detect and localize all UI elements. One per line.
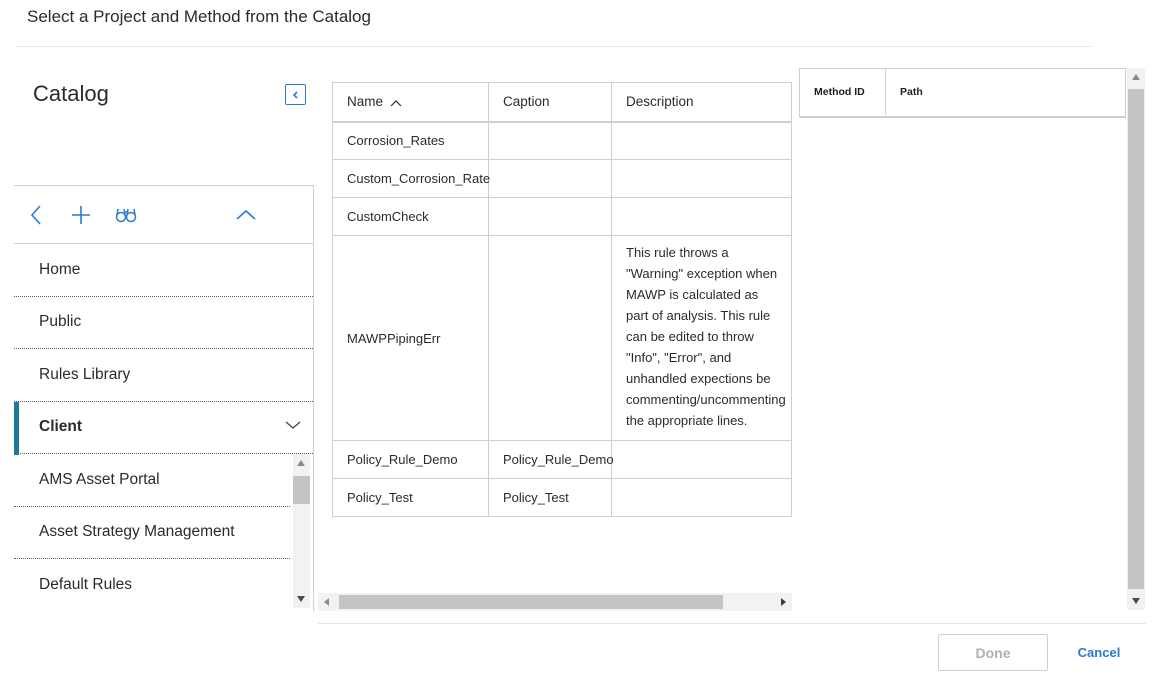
title-divider	[16, 46, 1092, 47]
cell-name: MAWPPipingErr	[332, 235, 489, 441]
client-sublist: AMS Asset Portal Asset Strategy Manageme…	[14, 454, 313, 612]
cell-description	[611, 159, 792, 198]
table-header-row: Name Caption Description	[332, 82, 792, 123]
sub-item-label: Default Rules	[39, 576, 133, 594]
back-button[interactable]	[25, 203, 49, 227]
scrollbar-thumb[interactable]	[293, 476, 310, 504]
nav-item-client[interactable]: Client	[14, 401, 313, 454]
sub-item-default-rules[interactable]: Default Rules	[14, 559, 290, 612]
cell-description	[611, 440, 792, 479]
column-header-label: Name	[347, 94, 384, 110]
cell-name: Custom_Corrosion_Rate	[332, 159, 490, 198]
done-button[interactable]: Done	[938, 634, 1048, 671]
cell-caption: Policy_Test	[488, 478, 612, 517]
scroll-up-arrow[interactable]	[297, 460, 305, 466]
methods-table-container: Name Caption Description Corrosion_Rates…	[332, 82, 792, 517]
add-icon	[72, 206, 90, 224]
nav-item-label: Client	[39, 418, 83, 436]
sort-ascending-icon	[390, 99, 402, 107]
search-button[interactable]	[114, 203, 138, 227]
scroll-right-arrow[interactable]	[781, 598, 786, 606]
methods-table: Name Caption Description Corrosion_Rates…	[332, 82, 792, 517]
sub-item-label: AMS Asset Portal	[39, 470, 160, 488]
column-header-caption[interactable]: Caption	[488, 82, 612, 123]
cell-caption	[488, 197, 612, 236]
sub-item-asset-strategy-management[interactable]: Asset Strategy Management	[14, 507, 290, 559]
nav-item-label: Home	[39, 260, 81, 278]
add-button[interactable]	[69, 203, 93, 227]
sub-item-ams-asset-portal[interactable]: AMS Asset Portal	[14, 454, 290, 507]
table-row[interactable]: MAWPPipingErr This rule throws a "Warnin…	[332, 235, 792, 441]
selected-grid-scrollbar[interactable]	[1127, 68, 1145, 610]
footer-divider	[318, 623, 1146, 624]
sub-item-label: Asset Strategy Management	[39, 523, 235, 541]
column-header-name[interactable]: Name	[332, 82, 489, 123]
cell-description	[611, 121, 792, 160]
nav-item-label: Public	[39, 313, 82, 331]
selected-methods-grid: Method ID Path	[799, 68, 1126, 118]
catalog-heading: Catalog	[33, 81, 109, 106]
scroll-left-arrow[interactable]	[324, 598, 329, 606]
collapse-toolbar-button[interactable]	[234, 203, 258, 227]
scrollbar-thumb[interactable]	[339, 595, 723, 609]
column-header-description[interactable]: Description	[611, 82, 792, 123]
cell-name: Policy_Rule_Demo	[332, 440, 489, 479]
catalog-panel: Home Public Rules Library Client AMS Ass…	[14, 185, 314, 611]
nav-item-rules-library[interactable]: Rules Library	[14, 349, 313, 402]
table-row[interactable]: Policy_Rule_Demo Policy_Rule_Demo	[332, 440, 792, 479]
cell-description	[611, 478, 792, 517]
sublist-scrollbar[interactable]	[293, 454, 310, 608]
cell-name: Policy_Test	[332, 478, 489, 517]
nav-item-public[interactable]: Public	[14, 297, 313, 349]
cell-description: This rule throws a "Warning" exception w…	[611, 235, 792, 441]
nav-item-home[interactable]: Home	[14, 244, 313, 297]
chevron-down-icon	[285, 420, 301, 429]
catalog-nav-list: Home Public Rules Library Client	[14, 244, 313, 454]
cell-caption	[488, 235, 612, 441]
cell-caption	[488, 121, 612, 160]
scroll-down-arrow[interactable]	[1131, 598, 1140, 604]
scroll-up-arrow[interactable]	[1131, 74, 1140, 80]
table-row[interactable]: Policy_Test Policy_Test	[332, 478, 792, 517]
cell-caption	[488, 159, 612, 198]
nav-item-label: Rules Library	[39, 365, 131, 383]
scroll-down-arrow[interactable]	[297, 596, 305, 602]
column-header-path[interactable]: Path	[886, 69, 923, 115]
dialog-title: Select a Project and Method from the Cat…	[27, 7, 371, 26]
cell-name: Corrosion_Rates	[332, 121, 489, 160]
catalog-toolbar	[14, 186, 313, 244]
cancel-button[interactable]: Cancel	[1069, 634, 1129, 671]
methods-horizontal-scrollbar[interactable]	[318, 593, 792, 611]
cell-description	[611, 197, 792, 236]
column-header-method-id[interactable]: Method ID	[800, 69, 886, 115]
scrollbar-thumb[interactable]	[1128, 89, 1144, 589]
cell-caption: Policy_Rule_Demo	[488, 440, 614, 479]
cell-name: CustomCheck	[332, 197, 489, 236]
chevron-up-icon	[236, 209, 256, 220]
back-icon	[30, 205, 41, 225]
table-row[interactable]: Custom_Corrosion_Rate	[332, 159, 792, 198]
chevron-left-icon	[292, 90, 298, 99]
table-row[interactable]: Corrosion_Rates	[332, 121, 792, 160]
table-row[interactable]: CustomCheck	[332, 197, 792, 236]
collapse-catalog-button[interactable]	[285, 84, 306, 105]
binoculars-icon	[115, 208, 137, 223]
